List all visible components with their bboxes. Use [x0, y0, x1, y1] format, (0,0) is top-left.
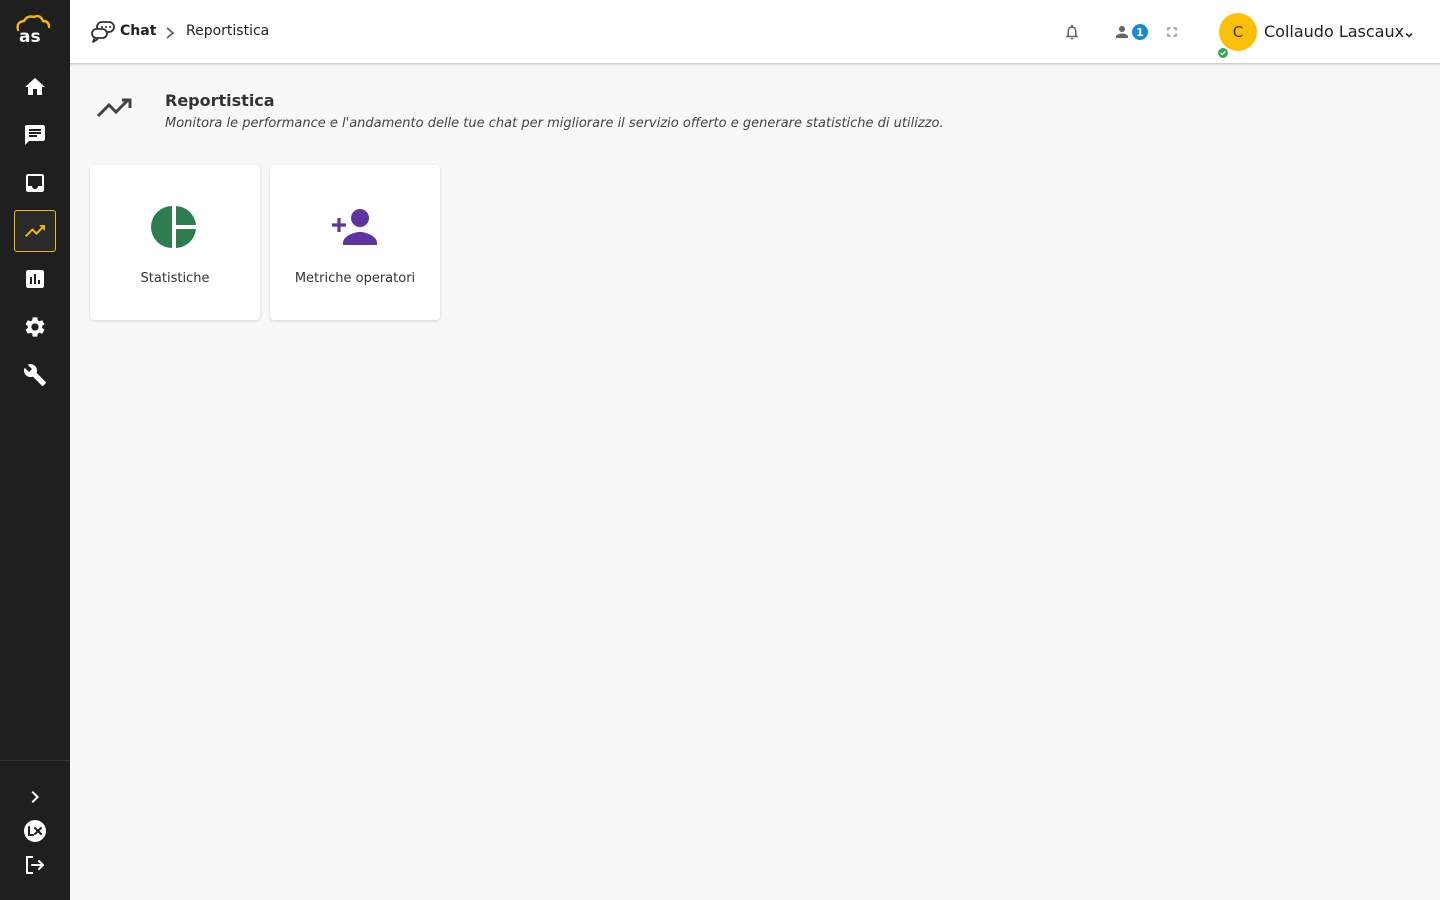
chevron-down-icon[interactable]: [1403, 26, 1415, 38]
gear-icon: [25, 317, 45, 337]
page-subtitle: Monitora le performance e l'andamento de…: [165, 116, 944, 131]
sidebar-divider: [0, 760, 70, 761]
sidebar-item-analytics[interactable]: [14, 258, 56, 300]
trending-up-icon: [96, 94, 134, 122]
logout-icon: [26, 856, 44, 874]
sidebar-item-tools[interactable]: [14, 354, 56, 396]
home-icon: [25, 78, 45, 95]
notifications-button[interactable]: [1062, 22, 1082, 42]
pie-chart-icon: [151, 203, 199, 251]
user-name[interactable]: Collaudo Lascaux: [1264, 22, 1404, 41]
inbox-icon: [26, 174, 44, 192]
chevron-right-icon: [31, 791, 39, 803]
sidebar-item-reportistica[interactable]: [14, 210, 56, 252]
sidebar-item-settings[interactable]: [14, 306, 56, 348]
sidebar-logout-button[interactable]: [14, 850, 56, 880]
sidebar-item-inbox[interactable]: [14, 162, 56, 204]
sidebar-item-home[interactable]: [14, 66, 56, 108]
statistiche-card[interactable]: Statistiche: [90, 165, 260, 320]
breadcrumb-separator-icon: [164, 25, 176, 39]
svg-text:as: as: [19, 27, 41, 44]
breadcrumb-current-page: Reportistica: [186, 23, 270, 39]
sidebar-item-chat[interactable]: [14, 114, 56, 156]
person-add-icon: [331, 203, 379, 251]
card-label: Metriche operatori: [294, 271, 416, 286]
topbar: Chat Reportistica 1 C Collaudo Lascaux: [70, 0, 1440, 64]
bar-chart-icon: [26, 270, 44, 288]
breadcrumb-app-link[interactable]: Chat: [120, 23, 156, 39]
person-icon: [1116, 26, 1128, 38]
card-label: Statistiche: [140, 271, 210, 286]
chat-bubbles-icon: [90, 20, 116, 44]
bell-icon: [1066, 24, 1078, 40]
fullscreen-icon: [1167, 27, 1177, 37]
fullscreen-button[interactable]: [1162, 22, 1182, 42]
trending-up-icon: [25, 225, 45, 237]
sidebar: as: [0, 0, 70, 900]
app-logo[interactable]: as: [12, 14, 56, 47]
sidebar-expand-button[interactable]: [14, 782, 56, 812]
operators-count-badge: 1: [1130, 22, 1150, 42]
wrench-icon: [23, 364, 46, 386]
sidebar-lx-button[interactable]: [14, 816, 56, 846]
metriche-operatori-card[interactable]: Metriche operatori: [270, 165, 440, 320]
lx-logo-icon: [24, 820, 46, 842]
chat-icon: [25, 125, 45, 145]
operators-button[interactable]: [1112, 22, 1132, 42]
online-status-icon: [1216, 46, 1230, 60]
page-title: Reportistica: [165, 91, 275, 110]
